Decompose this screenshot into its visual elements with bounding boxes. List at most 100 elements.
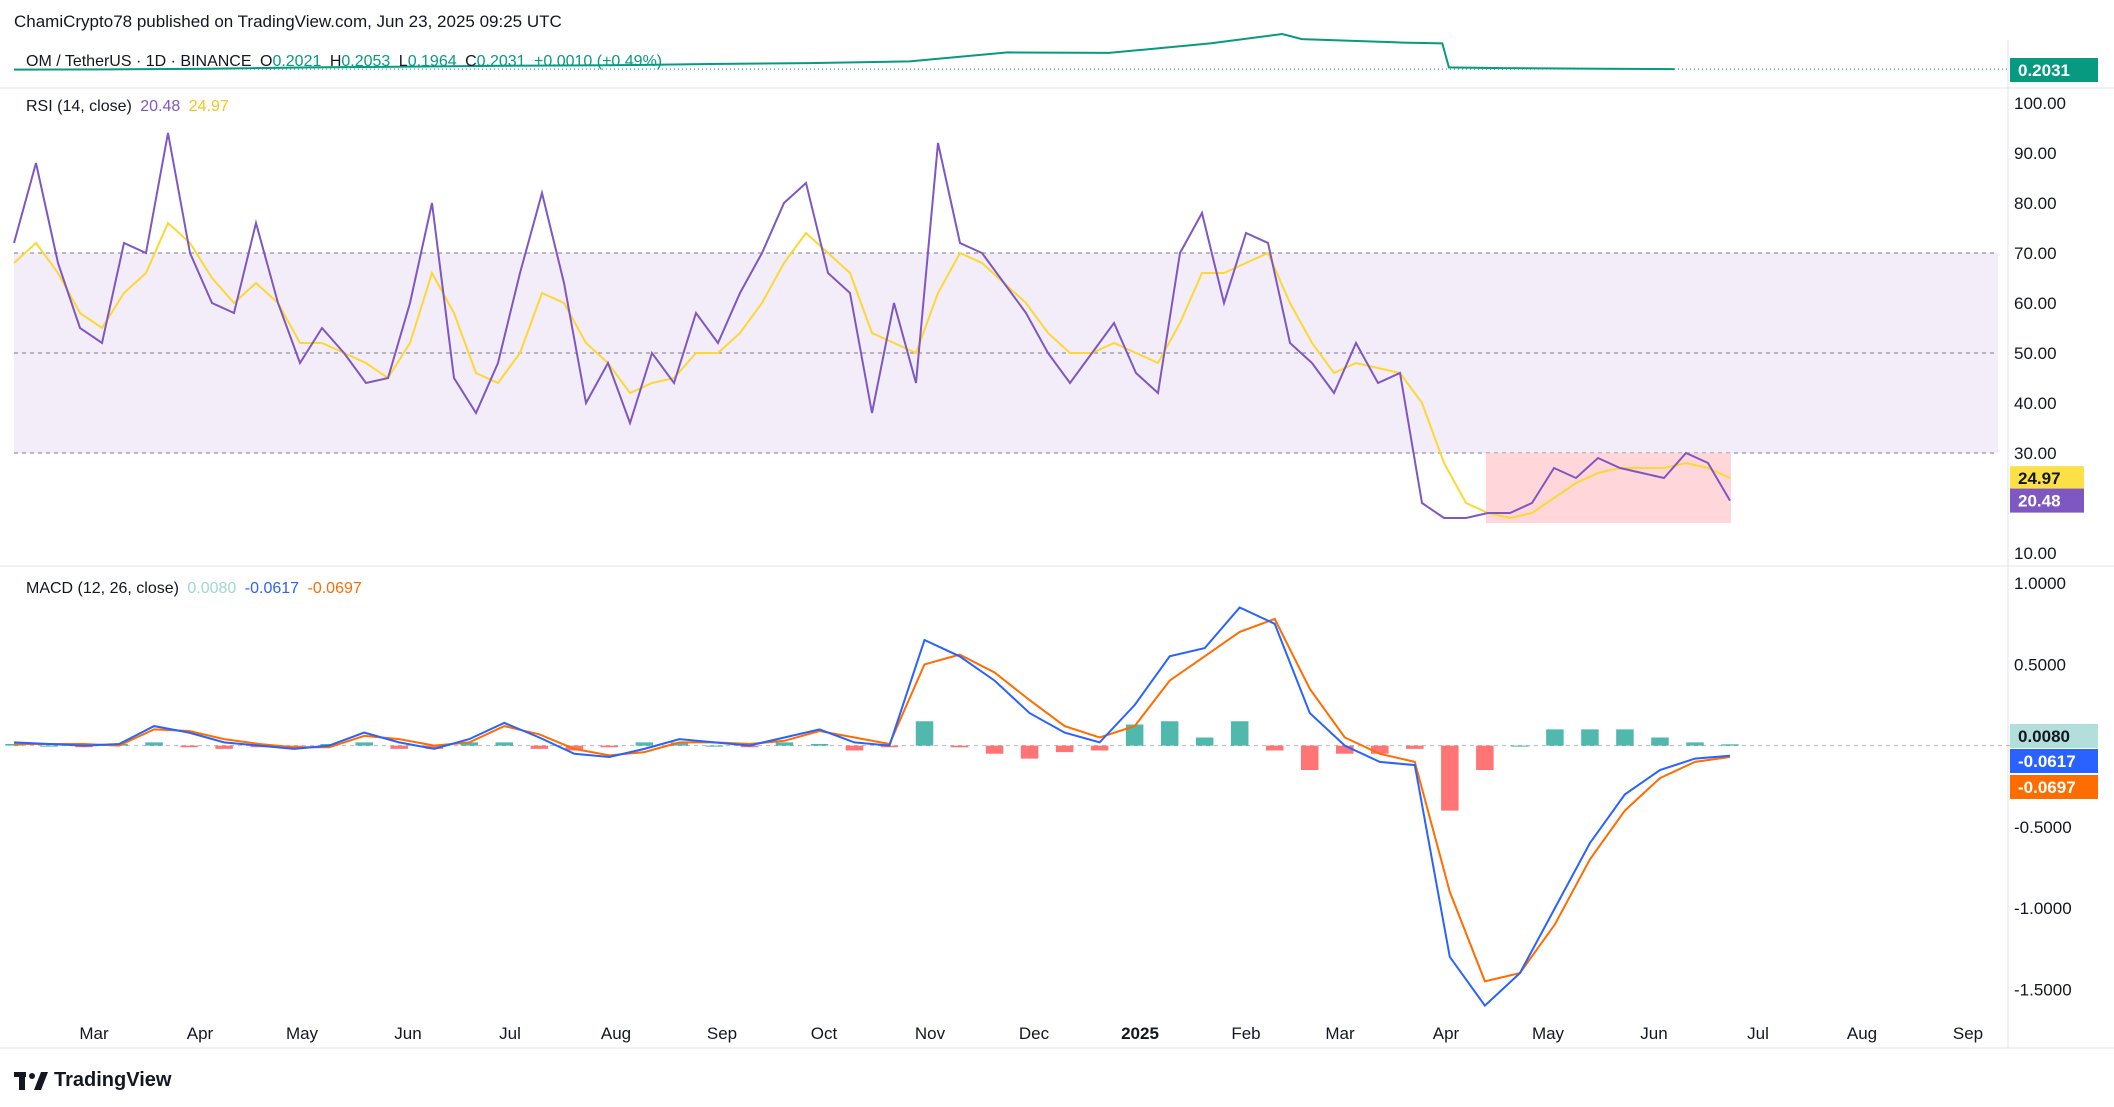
- macd-tick-label: -1.5000: [2014, 980, 2072, 999]
- macd-histogram-bar: [1336, 745, 1354, 754]
- time-axis-label: Jun: [394, 1024, 421, 1043]
- time-axis-label: Sep: [707, 1024, 737, 1043]
- o-label: O: [259, 53, 273, 70]
- rsi-tick-label: 80.00: [2014, 194, 2057, 213]
- macd-histogram-bar: [1441, 745, 1459, 811]
- time-axis-label: May: [1532, 1024, 1565, 1043]
- macd-histogram-bar: [1371, 745, 1389, 754]
- macd-histogram-bar: [1476, 745, 1494, 770]
- time-axis-label: 2025: [1121, 1024, 1159, 1043]
- symbol-name[interactable]: OM / TetherUS · 1D · BINANCE: [26, 53, 252, 70]
- macd-histogram-bar: [1090, 745, 1109, 751]
- rsi-ma-badge-label: 24.97: [2018, 469, 2061, 488]
- macd-histogram-bar: [530, 745, 549, 749]
- time-axis-label: Jun: [1640, 1024, 1667, 1043]
- macd-histogram-bar: [180, 745, 198, 748]
- rsi-tick-label: 40.00: [2014, 394, 2057, 413]
- time-axis-label: Jul: [499, 1024, 521, 1043]
- low-value: 0.1964: [407, 53, 457, 70]
- macd-histogram-bar: [1406, 745, 1424, 749]
- time-axis-label: Oct: [811, 1024, 838, 1043]
- macd-hist-value: 0.0080: [187, 580, 237, 597]
- l-label: L: [398, 53, 408, 70]
- macd-histogram-bar: [215, 745, 233, 749]
- macd-histogram-bar: [1160, 721, 1179, 746]
- time-axis-label: Mar: [1325, 1024, 1355, 1043]
- price-badge-label: 0.2031: [2018, 61, 2070, 80]
- rsi-tick-label: 70.00: [2014, 244, 2057, 263]
- rsi-tick-label: 30.00: [2014, 444, 2057, 463]
- h-label: H: [329, 53, 342, 70]
- macd-histogram-bar: [950, 745, 969, 748]
- macd-histogram-bar: [705, 745, 724, 747]
- rsi-tick-label: 10.00: [2014, 544, 2057, 563]
- macd-histogram-bar: [775, 742, 794, 746]
- close-value: 0.2031: [476, 53, 526, 70]
- macd-histogram-bar: [145, 742, 163, 746]
- macd-histogram-bar: [915, 721, 934, 746]
- macd-histogram-bar: [390, 745, 408, 749]
- time-axis-label: Apr: [1433, 1024, 1460, 1043]
- macd-histogram-bar: [635, 742, 654, 746]
- macd-histogram-bar: [1055, 745, 1074, 753]
- rsi-ma-value: 24.97: [188, 98, 229, 115]
- macd-tick-label: 0.5000: [2014, 655, 2066, 674]
- macd-histogram-bar: [1581, 729, 1599, 746]
- time-axis-label: May: [286, 1024, 319, 1043]
- macd-histogram-bar: [1546, 729, 1564, 746]
- macd-signal-badge-label: -0.0697: [2018, 778, 2076, 797]
- macd-histogram-bar: [1616, 729, 1634, 746]
- rsi-tick-label: 50.00: [2014, 344, 2057, 363]
- macd-histogram-bar: [600, 745, 619, 748]
- macd-value: -0.0617: [244, 580, 300, 597]
- symbol-legend[interactable]: OM / TetherUS · 1D · BINANCE O0.2021 H0.…: [26, 53, 666, 71]
- macd-tick-label: 1.0000: [2014, 574, 2066, 593]
- macd-histogram-bar: [1686, 742, 1704, 746]
- rsi-tick-label: 90.00: [2014, 144, 2057, 163]
- macd-histogram-bar: [1265, 745, 1284, 751]
- macd-badge-label: -0.0617: [2018, 752, 2076, 771]
- macd-histogram-bar: [985, 745, 1004, 754]
- macd-histogram-bar: [355, 742, 373, 746]
- time-axis-label: Jul: [1747, 1024, 1769, 1043]
- macd-signal-value: -0.0697: [307, 580, 362, 597]
- rsi-badge-label: 20.48: [2018, 492, 2061, 511]
- time-axis-label: Apr: [187, 1024, 214, 1043]
- macd-tick-label: -0.5000: [2014, 818, 2072, 837]
- macd-signal-line: [14, 617, 1731, 983]
- rsi-title[interactable]: RSI (14, close): [26, 98, 132, 115]
- tradingview-logo-text: TradingView: [54, 1069, 172, 1091]
- open-value: 0.2021: [272, 53, 322, 70]
- macd-title[interactable]: MACD (12, 26, close): [26, 580, 179, 597]
- macd-histogram-bar: [1511, 745, 1529, 747]
- time-axis-label: Mar: [79, 1024, 109, 1043]
- time-axis-label: Aug: [1847, 1024, 1877, 1043]
- rsi-legend[interactable]: RSI (14, close) 20.48 24.97: [26, 98, 233, 116]
- chart-canvas: 0.2031 100.00 90.00 80.00 70.00 60.00 50.00 40.…: [0, 32, 2114, 1049]
- macd-histogram-bar: [1301, 745, 1319, 770]
- c-label: C: [465, 53, 477, 70]
- macd-histogram-bar: [1020, 745, 1039, 759]
- macd-histogram-bar: [845, 745, 864, 751]
- rsi-tick-label: 100.00: [2014, 94, 2066, 113]
- time-axis-label: Sep: [1953, 1024, 1983, 1043]
- time-axis-label: Nov: [915, 1024, 946, 1043]
- time-axis-label: Dec: [1019, 1024, 1050, 1043]
- macd-histogram-bar: [495, 742, 514, 746]
- macd-hist-badge-label: 0.0080: [2018, 727, 2070, 746]
- rsi-value: 20.48: [140, 98, 181, 115]
- change-value: +0.0010 (+0.49%): [534, 53, 663, 70]
- time-axis-label: Aug: [601, 1024, 631, 1043]
- macd-histogram-bar: [810, 744, 829, 746]
- macd-histogram-bar: [1230, 721, 1249, 746]
- time-axis-label: Feb: [1231, 1024, 1260, 1043]
- high-value: 0.2053: [341, 53, 391, 70]
- rsi-tick-label: 60.00: [2014, 294, 2057, 313]
- macd-histogram-bar: [40, 745, 58, 747]
- macd-histogram-bar: [1651, 737, 1669, 746]
- macd-histogram-bar: [1195, 737, 1214, 746]
- tradingview-logo[interactable]: TradingView: [14, 1069, 171, 1092]
- macd-line: [13, 606, 1731, 1008]
- macd-legend[interactable]: MACD (12, 26, close) 0.0080 -0.0617 -0.0…: [26, 580, 366, 598]
- publisher-header: ChamiCrypto78 published on TradingView.c…: [14, 12, 562, 31]
